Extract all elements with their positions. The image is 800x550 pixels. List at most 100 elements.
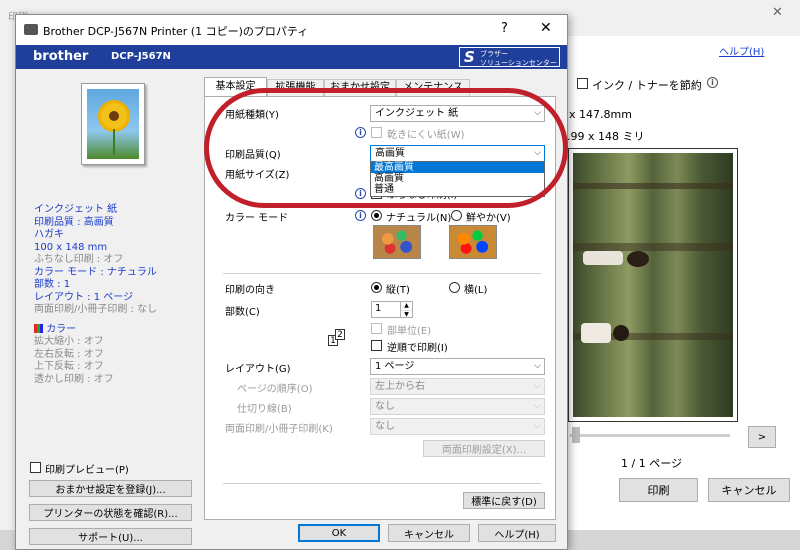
ink-info-icon[interactable]: i: [707, 77, 718, 88]
preview-slider-track: [570, 434, 730, 437]
reverse-order-checkbox[interactable]: [371, 340, 382, 351]
border-line-select[interactable]: なし ⌵: [370, 398, 545, 415]
paper-type-select[interactable]: インクジェット 紙 ⌵: [370, 105, 545, 122]
portrait-radio[interactable]: [371, 282, 382, 293]
paper-type-value: インクジェット 紙: [375, 108, 459, 119]
landscape-label: 横(L): [464, 285, 488, 296]
tab-advanced[interactable]: 拡張機能: [267, 79, 324, 96]
copies-label: 部数(C): [225, 307, 260, 318]
quality-value: 高画質: [375, 148, 405, 159]
color-vivid-radio[interactable]: [451, 210, 462, 221]
summary-line: ふちなし印刷 : オフ: [34, 254, 124, 265]
layout-select[interactable]: 1 ページ ⌵: [370, 358, 545, 375]
borderless-info-icon[interactable]: i: [355, 188, 366, 199]
divider: [223, 273, 541, 274]
reverse-order-label: 逆順で印刷(I): [387, 343, 448, 354]
quality-dropdown-list: 最高画質 高画質 普通: [370, 161, 545, 197]
ink-save-checkbox[interactable]: [577, 78, 588, 89]
tab-content-panel: 用紙種類(Y) インクジェット 紙 ⌵ i 乾きにくい紙(W) 印刷品質(Q) 高…: [204, 96, 556, 520]
layout-label: レイアウト(G): [225, 364, 291, 375]
color-mode-info-icon[interactable]: i: [355, 210, 366, 221]
quality-option-high[interactable]: 高画質: [371, 173, 544, 184]
print-preview-frame: [568, 148, 738, 422]
summary-line: レイアウト : 1 ページ: [34, 291, 134, 303]
close-icon[interactable]: ✕: [540, 20, 552, 36]
slow-dry-checkbox[interactable]: [371, 127, 382, 138]
tab-presets[interactable]: おまかせ設定: [324, 79, 396, 96]
printer-status-button[interactable]: プリンターの状態を確認(R)...: [29, 504, 192, 521]
solution-center-s-icon: S: [464, 48, 475, 66]
print-preview-checkbox[interactable]: [30, 462, 41, 473]
natural-sample-image: [373, 225, 421, 259]
chevron-down-icon: ⌵: [534, 421, 541, 431]
summary-line: 透かし印刷 : オフ: [34, 373, 114, 385]
color-natural-label: ナチュラル(N): [386, 213, 452, 224]
quality-label: 印刷品質(Q): [225, 150, 281, 161]
help-icon[interactable]: ?: [501, 21, 508, 36]
border-line-label: 仕切り線(B): [237, 404, 292, 415]
color-bars-icon: [34, 323, 43, 333]
dialog-title: Brother DCP-J567N Printer (1 コピー)のプロパティ: [43, 25, 309, 38]
chevron-down-icon: ⌵: [534, 148, 541, 158]
vivid-sample-image: [449, 225, 497, 259]
tab-basic[interactable]: 基本設定: [204, 77, 267, 96]
cancel-button[interactable]: キャンセル: [388, 524, 470, 542]
duplex-settings-button[interactable]: 両面印刷設定(X)...: [423, 440, 545, 457]
copies-spin-up-icon[interactable]: ▲: [400, 302, 412, 310]
copies-value: 1: [375, 303, 382, 314]
bg-help-link[interactable]: ヘルプ(H): [719, 43, 764, 58]
summary-color-label: カラー: [46, 323, 77, 335]
slow-dry-info-icon[interactable]: i: [355, 127, 366, 138]
summary-line: ハガキ: [34, 229, 64, 240]
page-order-label: ページの順序(O): [237, 384, 313, 395]
chevron-down-icon: ⌵: [534, 401, 541, 411]
ok-button[interactable]: OK: [298, 524, 380, 542]
chevron-down-icon: ⌵: [534, 108, 541, 118]
restore-defaults-button[interactable]: 標準に戻す(D): [463, 492, 545, 509]
summary-line: カラー モード : ナチュラル: [34, 266, 157, 278]
page-order-value: 左上から右: [375, 381, 425, 392]
color-mode-label: カラー モード: [225, 213, 289, 224]
preview-photo: [573, 153, 733, 417]
help-button[interactable]: ヘルプ(H): [478, 524, 556, 542]
chevron-down-icon: ⌵: [534, 361, 541, 371]
paper-size-label: 用紙サイズ(Z): [225, 170, 290, 181]
slow-dry-label: 乾きにくい紙(W): [387, 130, 465, 141]
color-natural-radio[interactable]: [371, 210, 382, 221]
summary-line: 印刷品質 : 高画質: [34, 216, 114, 228]
dialog-title-bar: Brother DCP-J567N Printer (1 コピー)のプロパティ …: [16, 15, 567, 45]
print-button[interactable]: 印刷: [619, 478, 698, 502]
summary-line: 100 x 148 mm: [34, 241, 108, 253]
summary-color-row: カラー: [34, 323, 157, 337]
support-button[interactable]: サポート(U)...: [29, 528, 192, 545]
tab-maintenance[interactable]: メンテナンス: [396, 79, 470, 96]
sunflower-image: [87, 89, 139, 159]
printer-properties-dialog: Brother DCP-J567N Printer (1 コピー)のプロパティ …: [15, 14, 568, 550]
summary-line: 両面印刷/小冊子印刷 : なし: [34, 304, 158, 315]
copies-input[interactable]: 1 ▲ ▼: [371, 301, 413, 318]
print-preview-label: 印刷プレビュー(P): [45, 465, 129, 476]
summary-line: インクジェット 紙: [34, 204, 118, 215]
orientation-label: 印刷の向き: [225, 285, 275, 296]
model-name: DCP-J567N: [111, 51, 171, 62]
bg-cancel-button[interactable]: キャンセル: [708, 478, 790, 502]
copies-spin-down-icon[interactable]: ▼: [400, 310, 412, 318]
paper-type-label: 用紙種類(Y): [225, 110, 279, 121]
quality-select[interactable]: 高画質 ⌵: [370, 145, 545, 162]
solution-center-link[interactable]: S ブラザー ソリューションセンター: [459, 47, 560, 67]
summary-line: 部数 : 1: [34, 279, 71, 290]
ink-save-label: インク / トナーを節約: [592, 79, 702, 92]
chevron-down-icon: ⌵: [534, 381, 541, 391]
preview-slider-thumb[interactable]: [572, 427, 580, 443]
page-order-select[interactable]: 左上から右 ⌵: [370, 378, 545, 395]
collate-checkbox[interactable]: [371, 323, 382, 334]
landscape-radio[interactable]: [449, 282, 460, 293]
settings-summary: インクジェット 紙 印刷品質 : 高画質 ハガキ 100 x 148 mm ふち…: [34, 204, 157, 386]
bg-close-icon[interactable]: ✕: [772, 5, 783, 20]
quality-option-normal[interactable]: 普通: [371, 184, 544, 195]
duplex-select[interactable]: なし ⌵: [370, 418, 545, 435]
border-line-value: なし: [375, 401, 395, 412]
quality-option-best[interactable]: 最高画質: [371, 162, 544, 173]
register-settings-button[interactable]: おまかせ設定を登録(J)...: [29, 480, 192, 497]
next-page-button[interactable]: >: [748, 426, 776, 448]
